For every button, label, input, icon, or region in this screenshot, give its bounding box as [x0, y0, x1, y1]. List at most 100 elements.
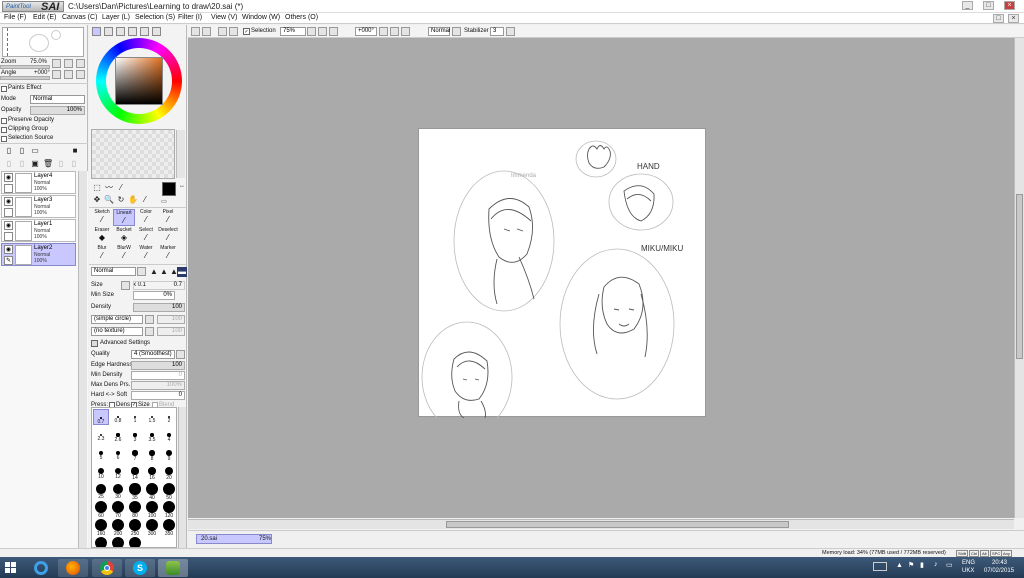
- zoom-in-button[interactable]: [64, 59, 73, 68]
- brush-size-option[interactable]: 450: [110, 535, 126, 547]
- lasso-icon[interactable]: 〰: [104, 183, 114, 193]
- layer-options-icon[interactable]: ■: [70, 146, 80, 156]
- min-density-slider[interactable]: 0: [131, 371, 185, 380]
- size-slider[interactable]: 0.7: [133, 281, 185, 290]
- brush-size-option[interactable]: 80: [127, 499, 143, 519]
- brush-lineart[interactable]: Lineart ⁄: [113, 209, 135, 226]
- density-slider[interactable]: 100: [133, 303, 185, 312]
- quality-dropdown-button[interactable]: [176, 350, 185, 359]
- brush-size-option[interactable]: 14: [127, 463, 143, 481]
- brush-size-option[interactable]: 25: [93, 481, 109, 500]
- brush-size-option[interactable]: 120: [161, 499, 176, 519]
- brush-shape-select[interactable]: (simple circle): [91, 315, 143, 324]
- battery-icon[interactable]: ▭: [946, 561, 953, 569]
- brush-size-option[interactable]: 160: [93, 517, 109, 537]
- shape-strength-slider[interactable]: 100: [157, 315, 185, 324]
- brush-blend-mode-select[interactable]: Normal: [91, 267, 136, 276]
- brush-size-option[interactable]: 0.7: [93, 409, 109, 425]
- rotate-cw-button[interactable]: [390, 27, 399, 36]
- advanced-settings-toggle[interactable]: [91, 340, 98, 347]
- delete-layer-icon[interactable]: 🗑: [43, 159, 53, 169]
- brush-select[interactable]: Select ⁄: [135, 227, 157, 244]
- lock-toggle[interactable]: [4, 232, 13, 241]
- brush-size-option[interactable]: 20: [161, 463, 176, 481]
- vertical-scroll-thumb[interactable]: [1016, 194, 1023, 359]
- brush-size-option[interactable]: 50: [161, 481, 176, 501]
- brush-size-option[interactable]: 400: [93, 535, 109, 547]
- scratchpad-tab[interactable]: [152, 27, 161, 36]
- deselect-button[interactable]: [218, 27, 227, 36]
- horizontal-scroll-thumb[interactable]: [446, 521, 789, 528]
- brush-size-option[interactable]: 5: [93, 445, 109, 461]
- language[interactable]: ENG: [962, 560, 975, 566]
- brush-size-option[interactable]: 7: [127, 445, 143, 462]
- redo-button[interactable]: [202, 27, 211, 36]
- toolbar-zoom-out-button[interactable]: [318, 27, 327, 36]
- max-dens-prs-slider[interactable]: 100%: [131, 381, 185, 390]
- zoom-icon[interactable]: 🔍: [104, 195, 114, 205]
- document-tab[interactable]: 20.sai 75%: [196, 534, 272, 544]
- undo-button[interactable]: [191, 27, 200, 36]
- menu-filter[interactable]: Filter (I): [178, 14, 202, 21]
- transparent-color-icon[interactable]: ▭: [159, 197, 169, 207]
- brush-size-option[interactable]: 3: [127, 427, 143, 443]
- clear-layer-icon[interactable]: ▣: [30, 159, 40, 169]
- brush-shape-flat-icon[interactable]: ▲: [149, 267, 159, 277]
- color-wheel[interactable]: [96, 38, 182, 124]
- paints-effect-toggle[interactable]: [1, 86, 7, 92]
- menu-others[interactable]: Others (O): [285, 14, 318, 21]
- canvas-vertical-scrollbar[interactable]: [1014, 38, 1024, 518]
- brush-shape-square-icon[interactable]: ▬: [177, 267, 187, 277]
- eyedropper-icon[interactable]: ⁄: [140, 195, 150, 205]
- magic-wand-icon[interactable]: ⁄: [116, 183, 126, 193]
- brush-size-scrollbar[interactable]: [178, 407, 186, 548]
- rect-select-icon[interactable]: ⬚: [92, 183, 102, 193]
- brush-size-option[interactable]: 2: [161, 409, 176, 425]
- brush-sketch[interactable]: Sketch ⁄: [91, 209, 113, 226]
- stabilizer-select[interactable]: 3: [490, 27, 504, 36]
- brush-size-option[interactable]: 3.5: [144, 427, 160, 443]
- min-size-slider[interactable]: 0%: [133, 291, 175, 300]
- hsv-slider-tab[interactable]: [116, 27, 125, 36]
- quality-select[interactable]: 4 (Smoothest): [131, 350, 175, 359]
- pen-icon[interactable]: ✎: [4, 256, 13, 265]
- size-multiplier-button[interactable]: [121, 281, 130, 290]
- brush-shape-round-icon[interactable]: ▲: [159, 267, 169, 277]
- menu-view[interactable]: View (V): [211, 14, 237, 21]
- brush-eraser[interactable]: Eraser ◆: [91, 227, 113, 244]
- flatten-icon[interactable]: ▯: [69, 159, 79, 169]
- brush-texture-select[interactable]: (no texture): [91, 327, 143, 336]
- start-icon[interactable]: [2, 559, 20, 577]
- shape-dropdown-button[interactable]: [145, 315, 154, 324]
- texture-dropdown-button[interactable]: [145, 327, 154, 336]
- brush-marker[interactable]: Marker ⁄: [157, 245, 179, 262]
- drawing-canvas[interactable]: HAND MIKU/MIKU Immenda: [418, 128, 706, 433]
- brush-size-option[interactable]: 60: [93, 499, 109, 519]
- blend-dropdown-button[interactable]: [137, 267, 146, 276]
- brush-size-option[interactable]: 70: [110, 499, 126, 519]
- brush-blurw[interactable]: BlurW ⁄: [113, 245, 135, 262]
- layer-opacity-slider[interactable]: 100%: [30, 106, 85, 115]
- brush-size-option[interactable]: 200: [110, 517, 126, 537]
- zoom-out-button[interactable]: [52, 59, 61, 68]
- rotate-reset-toolbar-button[interactable]: [401, 27, 410, 36]
- network-icon[interactable]: ▮: [920, 561, 924, 569]
- scratchpad-area[interactable]: [91, 129, 175, 179]
- selection-checkbox[interactable]: ✓: [243, 28, 250, 35]
- menu-layer[interactable]: Layer (L): [102, 14, 130, 21]
- maximize-button[interactable]: □: [983, 1, 994, 10]
- edge-hardness-slider[interactable]: 100: [131, 361, 185, 370]
- region[interactable]: UKX: [962, 568, 974, 574]
- brush-size-option[interactable]: 12: [110, 463, 126, 480]
- brush-size-option[interactable]: 10: [93, 463, 109, 480]
- color-mixer-tab[interactable]: [128, 27, 137, 36]
- brush-color[interactable]: Color ⁄: [135, 209, 157, 226]
- brush-size-option[interactable]: 1.5: [144, 409, 160, 425]
- angle-slider[interactable]: [0, 76, 50, 80]
- swap-colors-icon[interactable]: ↔: [177, 181, 187, 191]
- foreground-color[interactable]: [162, 182, 176, 196]
- eye-icon[interactable]: ◉: [4, 197, 13, 206]
- brush-pixel[interactable]: Pixel ⁄: [157, 209, 179, 226]
- rgb-slider-tab[interactable]: [104, 27, 113, 36]
- saturation-value-square[interactable]: [115, 57, 163, 105]
